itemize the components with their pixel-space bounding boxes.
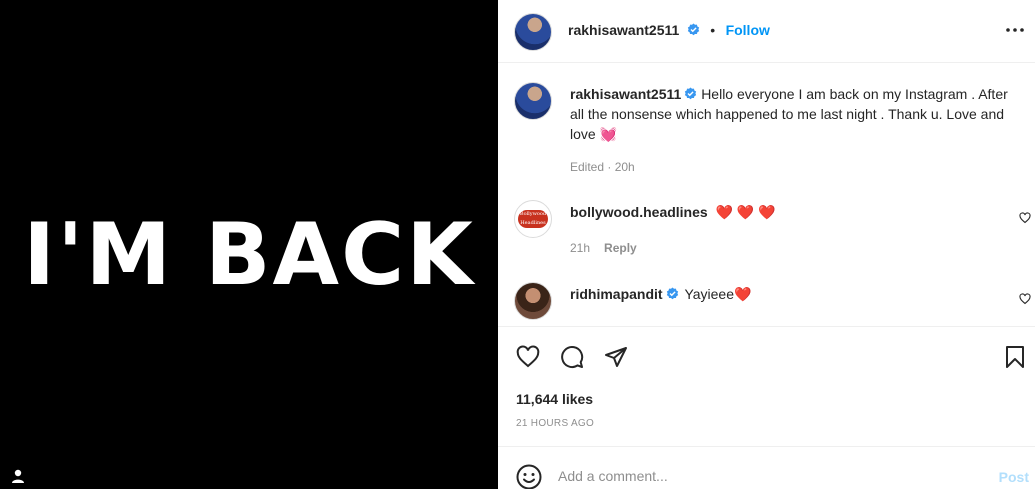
likes-count[interactable]: 11,644 likes (516, 391, 593, 407)
save-bookmark-icon[interactable] (1003, 345, 1027, 369)
post-details-panel: rakhisawant2511 • Follow rakhisawant2511… (498, 0, 1035, 489)
comment-avatar[interactable]: Bollywood Headlines (514, 200, 552, 238)
header-username[interactable]: rakhisawant2511 (568, 22, 679, 38)
comment-avatar[interactable] (514, 282, 552, 320)
more-options-icon[interactable] (1005, 25, 1025, 35)
post-media[interactable]: I'M BACK (0, 0, 498, 489)
comment-username[interactable]: ridhimapandit (570, 286, 663, 302)
separator-dot: • (710, 22, 716, 38)
like-heart-icon[interactable] (516, 345, 540, 369)
comments-section[interactable]: rakhisawant2511 Hello everyone I am back… (498, 64, 1035, 327)
verified-badge-icon (687, 23, 699, 36)
verified-badge-icon (685, 87, 697, 100)
emoji-smiley-icon[interactable] (516, 464, 542, 489)
caption: rakhisawant2511 Hello everyone I am back… (570, 84, 1020, 144)
caption-username[interactable]: rakhisawant2511 (570, 86, 681, 102)
follow-button[interactable]: Follow (726, 22, 770, 38)
bollywood-headlines-logo: Bollywood Headlines (518, 210, 548, 228)
caption-avatar[interactable] (514, 82, 552, 120)
comment-bubble-icon[interactable] (560, 345, 584, 369)
comment-like-heart-icon[interactable] (1019, 212, 1031, 224)
post-timestamp: 21 HOURS AGO (516, 418, 595, 429)
comment-text: ❤️ ❤️ ❤️ (715, 204, 776, 220)
header-user-line: rakhisawant2511 • Follow (568, 22, 770, 40)
caption-edited-time: Edited · 20h (570, 160, 635, 174)
verified-badge-icon (666, 287, 678, 300)
comment-input[interactable] (558, 468, 958, 484)
comment-username[interactable]: bollywood.headlines (570, 204, 708, 220)
tagged-user-icon[interactable] (10, 468, 26, 484)
media-caption-text: I'M BACK (23, 205, 475, 305)
add-comment-bar: Post (498, 448, 1035, 489)
comment-time: 21h (570, 241, 591, 255)
post-actions: 11,644 likes 21 HOURS AGO (498, 327, 1035, 447)
comment-meta: 21h Reply (570, 241, 637, 255)
post-comment-button[interactable]: Post (999, 469, 1029, 485)
avatar[interactable] (514, 13, 552, 51)
comment-like-heart-icon[interactable] (1019, 293, 1031, 305)
share-paper-plane-icon[interactable] (604, 345, 628, 369)
comment-row: ridhimapandit Yayieee❤️ (570, 286, 751, 303)
reply-button[interactable]: Reply (604, 241, 637, 255)
comment-text: Yayieee❤️ (684, 286, 752, 302)
comment-row: bollywood.headlines ❤️ ❤️ ❤️ (570, 204, 776, 221)
post-header: rakhisawant2511 • Follow (498, 0, 1035, 63)
